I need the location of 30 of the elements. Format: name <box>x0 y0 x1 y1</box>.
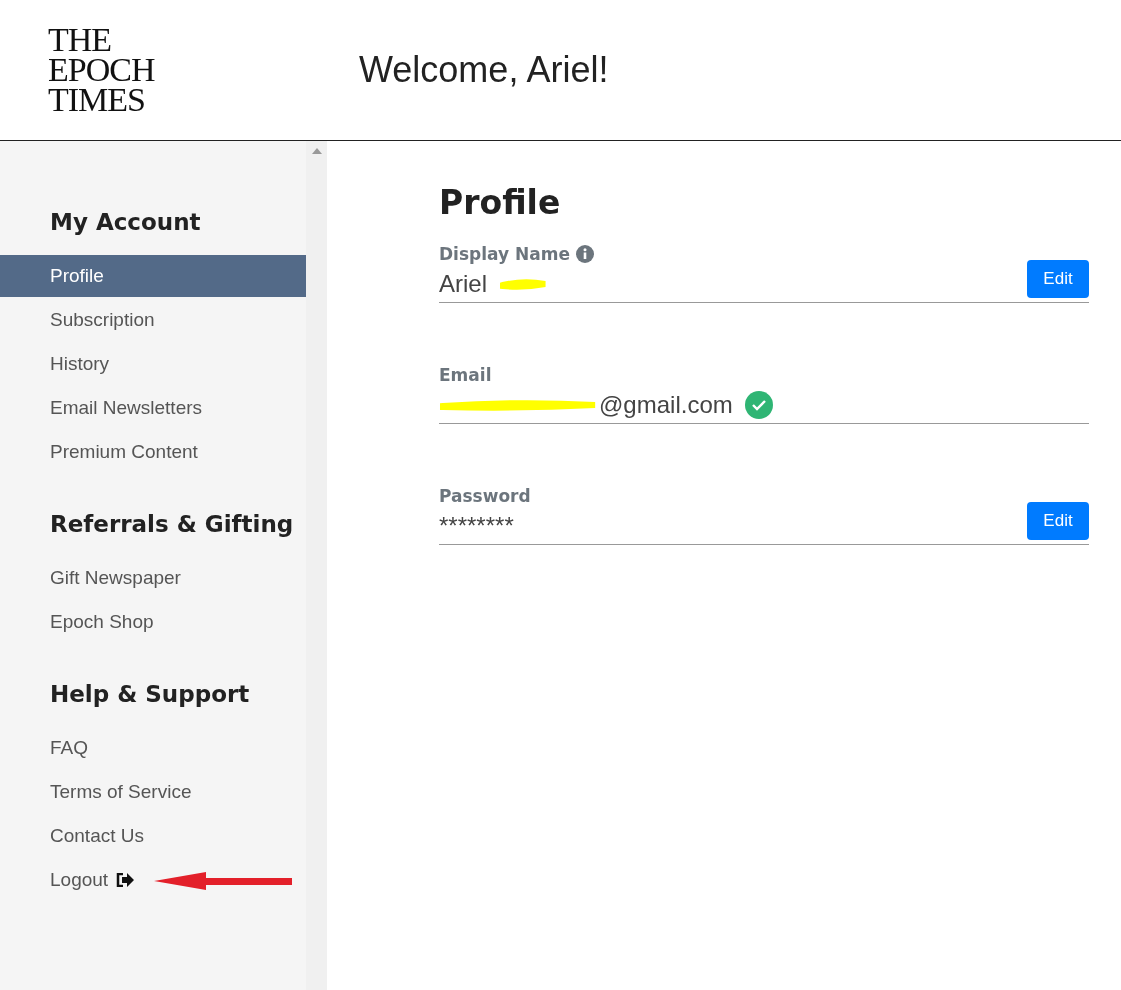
sidebar-link[interactable]: Epoch Shop <box>0 601 306 643</box>
sidebar-link[interactable]: History <box>0 343 306 385</box>
sidebar-link[interactable]: Email Newsletters <box>0 387 306 429</box>
scroll-up-icon[interactable] <box>311 148 322 154</box>
field-value: @gmail.com <box>599 391 733 419</box>
sidebar-link[interactable]: FAQ <box>0 727 306 769</box>
section-heading: My Account <box>49 209 201 235</box>
logout-link[interactable]: Logout <box>0 859 135 901</box>
field-label: Email <box>439 365 492 385</box>
sidebar-link[interactable]: Subscription <box>0 299 306 341</box>
section-heading: Help & Support <box>49 681 250 707</box>
edit-button[interactable]: Edit <box>1027 502 1089 540</box>
sidebar-link[interactable]: Contact Us <box>0 815 306 857</box>
welcome-heading: Welcome, Ariel! <box>359 49 609 91</box>
sidebar-link[interactable]: Gift Newspaper <box>0 557 306 599</box>
sidebar-link[interactable]: Premium Content <box>0 431 306 473</box>
section-heading: Referrals & Gifting <box>49 511 294 537</box>
field-value: Ariel <box>439 270 487 298</box>
logo-text: THE <box>48 25 112 55</box>
edit-button[interactable]: Edit <box>1027 260 1089 298</box>
page-heading: Profile <box>439 183 561 222</box>
field-label: Password <box>439 486 531 506</box>
info-icon[interactable] <box>575 245 594 263</box>
field-value: ******** <box>439 512 514 540</box>
field-label: Display Name <box>439 244 570 264</box>
logo-text: TIMES <box>48 85 145 115</box>
logout-icon <box>116 873 135 887</box>
logo-text: EPOCH <box>48 55 155 85</box>
sidebar-link[interactable]: Terms of Service <box>0 771 306 813</box>
sidebar-link[interactable]: Profile <box>0 255 306 297</box>
